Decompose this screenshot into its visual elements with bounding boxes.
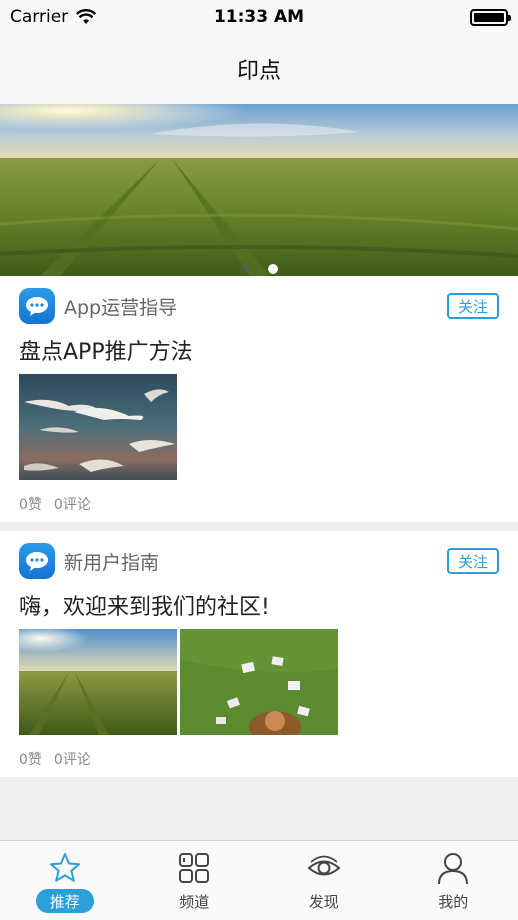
tab-label: 频道: [179, 892, 210, 911]
chat-bubble-icon[interactable]: [19, 543, 55, 579]
post-images: [19, 629, 499, 735]
post-card[interactable]: 新用户指南 关注 嗨，欢迎来到我们的社区! 0赞 0评论: [0, 531, 518, 777]
carousel-dots[interactable]: [0, 264, 518, 274]
card-header: 新用户指南 关注: [19, 531, 499, 591]
tab-channels[interactable]: 频道: [130, 841, 260, 920]
post-stats: 0赞 0评论: [19, 749, 499, 769]
channel-name[interactable]: 新用户指南: [64, 548, 447, 575]
star-icon: [49, 853, 80, 882]
seagulls-image[interactable]: [19, 374, 177, 480]
channel-name[interactable]: App运营指导: [64, 293, 447, 320]
eye-icon: [307, 855, 341, 876]
tab-label: 我的: [438, 892, 469, 911]
comments-count[interactable]: 0评论: [54, 494, 91, 514]
carrier-label: Carrier: [10, 7, 69, 27]
wifi-icon: [76, 9, 97, 24]
banner-image: [0, 104, 518, 276]
tab-bar: 推荐 频道 发现 我的: [0, 840, 518, 920]
follow-button[interactable]: 关注: [447, 548, 499, 574]
tab-label: 推荐: [35, 889, 94, 913]
post-title[interactable]: 嗨，欢迎来到我们的社区!: [19, 589, 499, 627]
nav-bar: 印点: [0, 34, 518, 104]
likes-count[interactable]: 0赞: [19, 494, 42, 514]
tab-recommend[interactable]: 推荐: [0, 841, 130, 920]
page-title: 印点: [236, 59, 281, 84]
banner-carousel[interactable]: [0, 104, 518, 276]
status-bar: Carrier 11:33 AM: [0, 0, 518, 34]
tab-discover[interactable]: 发现: [259, 841, 389, 920]
chat-bubble-icon[interactable]: [19, 288, 55, 324]
post-images: [19, 374, 499, 480]
tab-label: 发现: [308, 892, 339, 911]
grass-photos-image[interactable]: [180, 629, 338, 735]
post-card[interactable]: App运营指导 关注 盘点APP推广方法 0赞 0评论: [0, 276, 518, 522]
carousel-dot[interactable]: [240, 264, 250, 274]
post-stats: 0赞 0评论: [19, 494, 499, 514]
post-title[interactable]: 盘点APP推广方法: [19, 334, 499, 372]
wheat-field-image[interactable]: [19, 629, 177, 735]
card-header: App运营指导 关注: [19, 276, 499, 336]
battery-icon: [470, 8, 511, 26]
tab-mine[interactable]: 我的: [389, 841, 518, 920]
person-icon: [438, 853, 469, 885]
grid-icon: [179, 853, 210, 883]
follow-button[interactable]: 关注: [447, 293, 499, 319]
likes-count[interactable]: 0赞: [19, 749, 42, 769]
comments-count[interactable]: 0评论: [54, 749, 91, 769]
carousel-dot-active[interactable]: [268, 264, 278, 274]
